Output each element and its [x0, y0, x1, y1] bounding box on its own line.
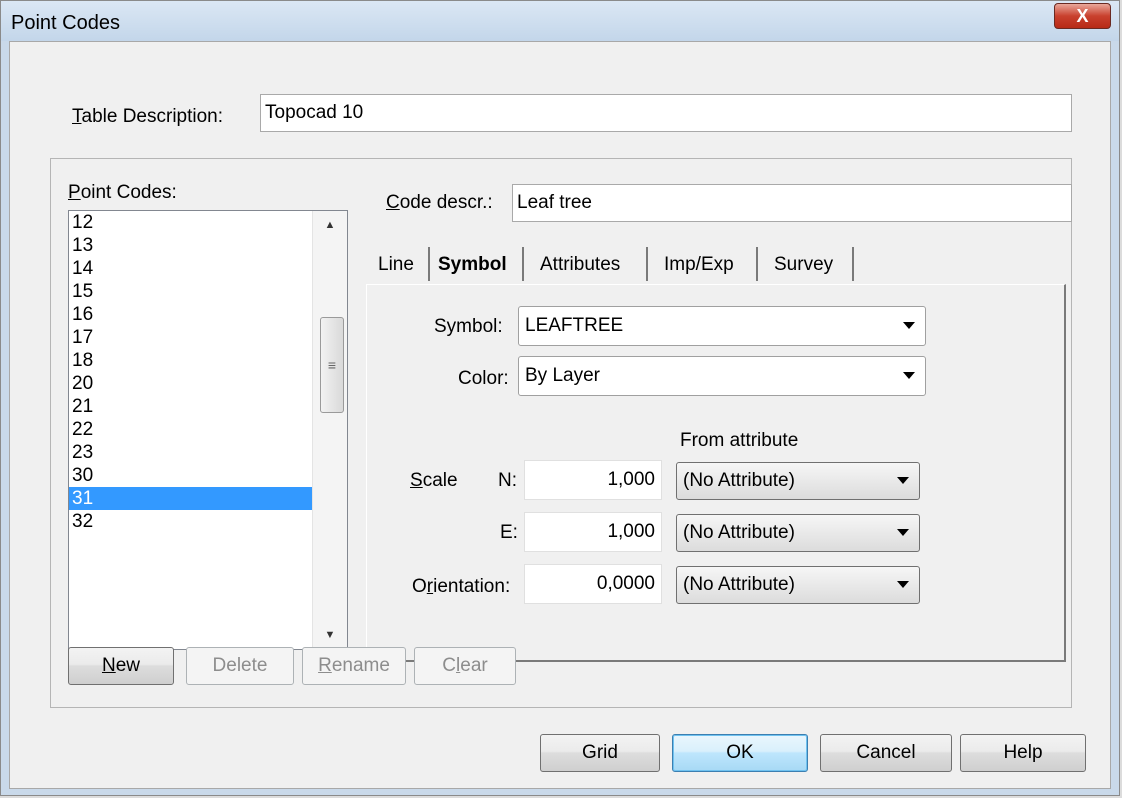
list-item[interactable]: 30: [69, 464, 314, 487]
chevron-down-icon: [897, 529, 909, 536]
code-descr-input[interactable]: Leaf tree: [512, 184, 1072, 222]
list-item[interactable]: 22: [69, 418, 314, 441]
window-title: Point Codes: [11, 12, 120, 34]
list-scrollbar[interactable]: ▲ ≡ ▼: [312, 211, 347, 649]
clear-button[interactable]: Clear: [414, 647, 516, 685]
scroll-thumb[interactable]: ≡: [320, 317, 344, 413]
tab-imp-exp[interactable]: Imp/Exp: [656, 247, 742, 283]
scale-label: Scale: [410, 470, 458, 491]
list-item[interactable]: 31: [69, 487, 314, 510]
point-codes-dialog: Point Codes X Table Description: Topocad…: [0, 0, 1120, 796]
new-button[interactable]: New: [68, 647, 174, 685]
list-item[interactable]: 13: [69, 234, 314, 257]
chevron-down-icon: [903, 372, 915, 379]
orientation-attribute-value: (No Attribute): [683, 574, 795, 595]
list-item[interactable]: 21: [69, 395, 314, 418]
list-item[interactable]: 16: [69, 303, 314, 326]
scale-e-attribute-value: (No Attribute): [683, 522, 795, 543]
list-item[interactable]: 18: [69, 349, 314, 372]
tab-line[interactable]: Line: [370, 247, 422, 283]
list-item[interactable]: 12: [69, 211, 314, 234]
point-codes-items: 12 13 14 15 16 17 18 20 21 22 23 30 31 32: [69, 211, 347, 533]
color-value: By Layer: [525, 365, 600, 386]
table-description-input[interactable]: Topocad 10: [260, 94, 1072, 132]
table-description-label: Table Description:: [72, 106, 224, 127]
from-attribute-label: From attribute: [680, 430, 799, 451]
ok-button[interactable]: OK: [672, 734, 808, 772]
scale-e-input[interactable]: 1,000: [524, 512, 662, 552]
color-select[interactable]: By Layer: [518, 356, 926, 396]
scale-n-input[interactable]: 1,000: [524, 460, 662, 500]
list-item[interactable]: 20: [69, 372, 314, 395]
tab-survey[interactable]: Survey: [766, 247, 841, 283]
scale-n-attribute-value: (No Attribute): [683, 470, 795, 491]
dialog-body: Table Description: Topocad 10 Point Code…: [9, 41, 1111, 789]
list-item[interactable]: 23: [69, 441, 314, 464]
list-item[interactable]: 32: [69, 510, 314, 533]
tab-separator: [852, 247, 854, 281]
cancel-button[interactable]: Cancel: [820, 734, 952, 772]
orientation-label: Orientation:: [412, 576, 511, 597]
point-codes-list[interactable]: 12 13 14 15 16 17 18 20 21 22 23 30 31 32 ▲ ≡ ▼: [68, 210, 348, 650]
scroll-up-icon[interactable]: ▲: [313, 211, 347, 239]
tab-separator: [756, 247, 758, 281]
scroll-down-icon[interactable]: ▼: [313, 621, 347, 649]
orientation-attribute-select[interactable]: (No Attribute): [676, 566, 920, 604]
chevron-down-icon: [897, 581, 909, 588]
symbol-select[interactable]: LEAFTREE: [518, 306, 926, 346]
tab-attributes[interactable]: Attributes: [532, 247, 628, 283]
scale-e-label: E:: [500, 522, 518, 543]
close-button[interactable]: X: [1054, 3, 1111, 29]
chevron-down-icon: [897, 477, 909, 484]
delete-button[interactable]: Delete: [186, 647, 294, 685]
help-button[interactable]: Help: [960, 734, 1086, 772]
list-item[interactable]: 17: [69, 326, 314, 349]
grid-button[interactable]: Grid: [540, 734, 660, 772]
chevron-down-icon: [903, 322, 915, 329]
tab-separator: [522, 247, 524, 281]
point-codes-label: Point Codes:: [68, 182, 177, 203]
close-icon: X: [1076, 6, 1089, 26]
scale-n-attribute-select[interactable]: (No Attribute): [676, 462, 920, 500]
color-label: Color:: [458, 368, 509, 389]
title-bar[interactable]: Point Codes X: [1, 1, 1119, 41]
code-descr-label: Code descr.:: [386, 192, 493, 213]
orientation-input[interactable]: 0,0000: [524, 564, 662, 604]
tab-symbol[interactable]: Symbol: [430, 247, 515, 283]
list-item[interactable]: 14: [69, 257, 314, 280]
symbol-label: Symbol:: [434, 316, 503, 337]
symbol-value: LEAFTREE: [525, 315, 624, 336]
scale-n-label: N:: [498, 470, 517, 491]
rename-button[interactable]: Rename: [302, 647, 406, 685]
tab-separator: [646, 247, 648, 281]
scale-e-attribute-select[interactable]: (No Attribute): [676, 514, 920, 552]
list-item[interactable]: 15: [69, 280, 314, 303]
